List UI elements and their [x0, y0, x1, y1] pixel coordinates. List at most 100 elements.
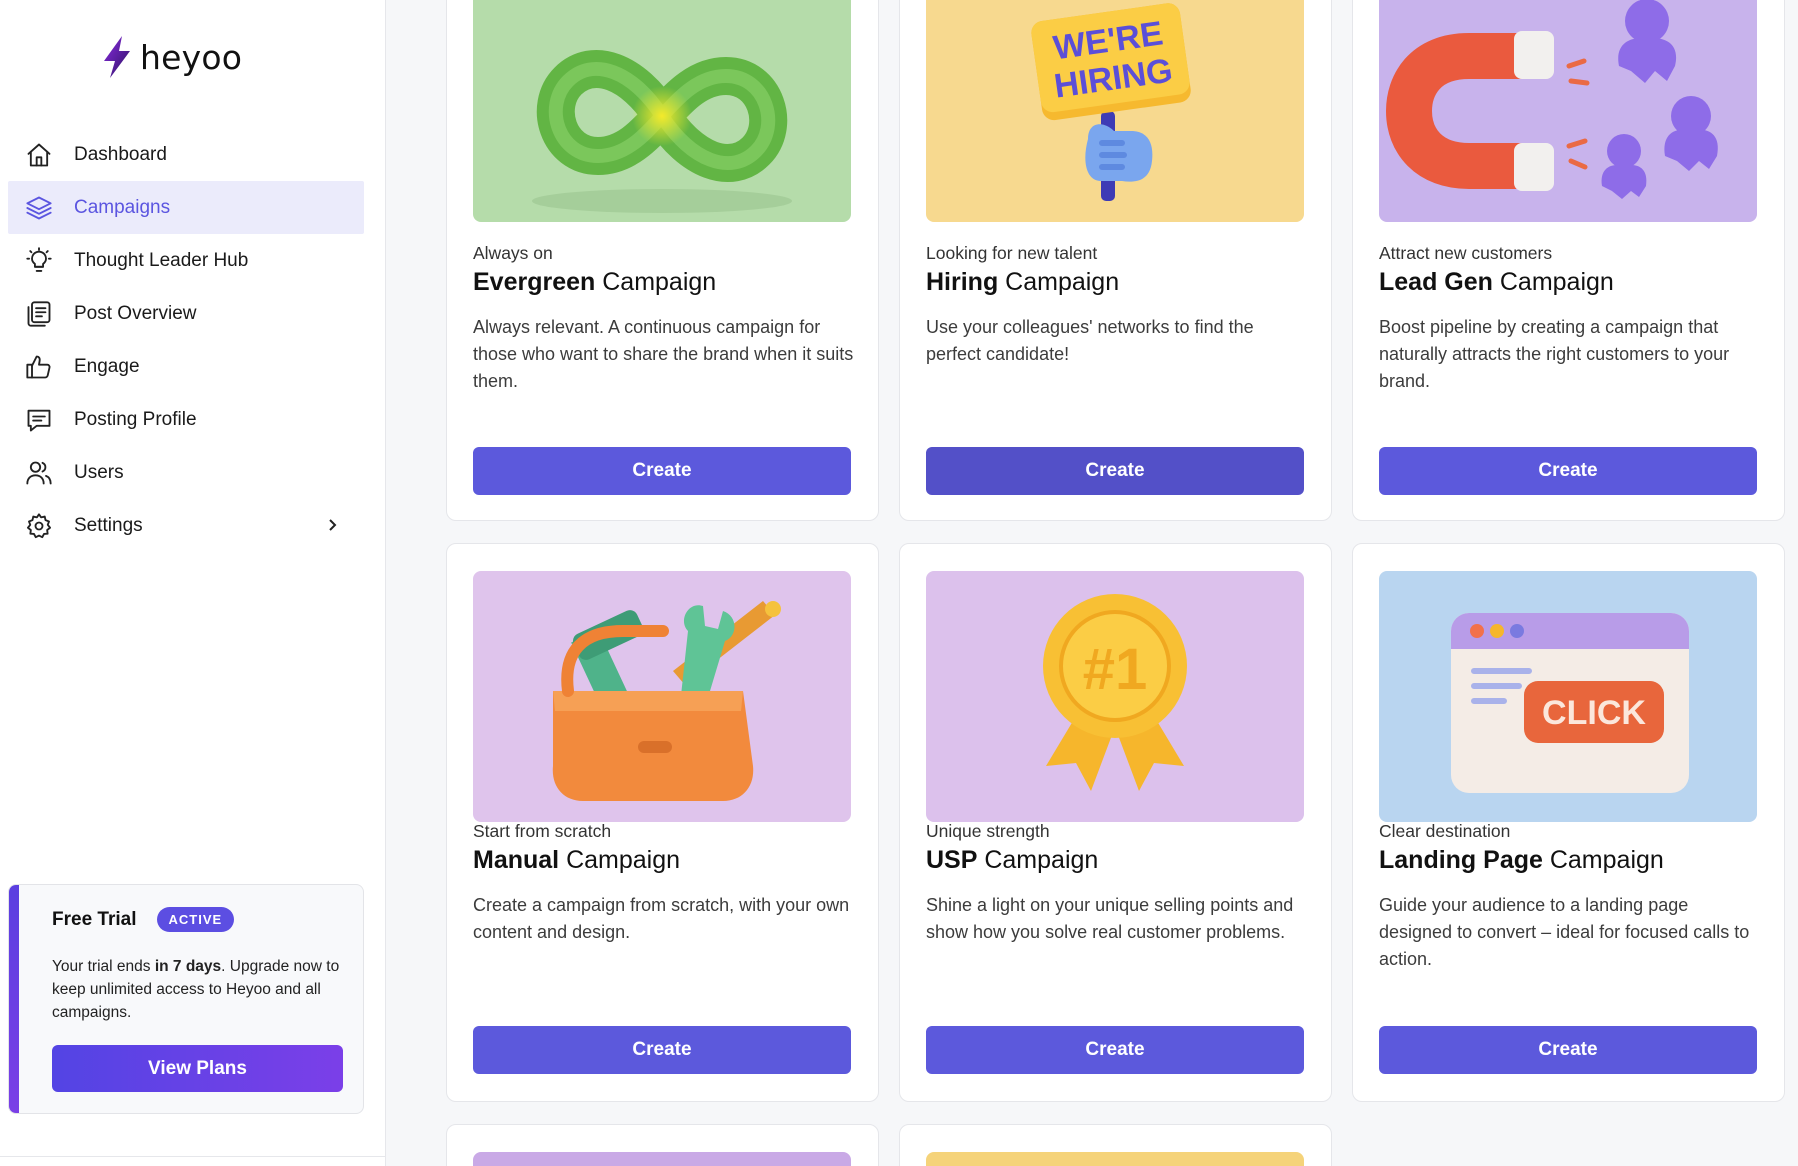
toolbox-illustration-icon	[552, 601, 781, 801]
campaign-title-bold: Evergreen	[473, 268, 596, 296]
campaign-title-rest: Campaign	[998, 268, 1120, 296]
create-button[interactable]: Create	[926, 1026, 1304, 1074]
create-button[interactable]: Create	[1379, 1026, 1757, 1074]
magnet-illustration-icon	[1385, 0, 1718, 199]
sidebar-divider	[0, 1156, 386, 1157]
sidebar-item-label: Posting Profile	[74, 408, 197, 430]
campaign-title-rest: Campaign	[977, 846, 1099, 874]
users-icon	[24, 458, 54, 488]
campaign-eyebrow: Always on	[473, 243, 553, 263]
campaign-card-lead-gen: Attract new customers Lead Gen Campaign …	[1352, 0, 1785, 521]
sidebar-item-label: Users	[74, 461, 124, 483]
campaign-image: #1	[926, 571, 1304, 822]
click-window-illustration-icon: CLICK	[1451, 613, 1689, 793]
campaign-eyebrow: Attract new customers	[1379, 243, 1553, 263]
campaign-image: CLICK	[1379, 571, 1757, 822]
badge-text: #1	[1083, 637, 1148, 702]
campaign-image	[473, 1152, 851, 1166]
trial-accent-bar	[9, 885, 19, 1113]
campaign-title-bold: Hiring	[926, 268, 999, 296]
campaign-description: Boost pipeline by creating a campaign th…	[1379, 317, 1730, 391]
campaign-card-usp: #1 Unique strength USP Campaign Shine a …	[899, 543, 1332, 1102]
campaign-image	[1379, 0, 1757, 222]
layers-icon	[24, 193, 54, 223]
campaign-title-bold: Manual	[473, 846, 560, 874]
sidebar-item-dashboard[interactable]: Dashboard	[8, 128, 364, 181]
campaign-title-rest: Campaign	[1542, 846, 1664, 874]
view-plans-button[interactable]: View Plans	[52, 1045, 343, 1092]
campaign-title-rest: Campaign	[595, 268, 717, 296]
campaign-image: WE'RE HIRING	[926, 0, 1304, 222]
campaign-title-bold: USP	[926, 846, 978, 874]
sidebar: heyoo Dashboard Campaigns Thought Leader…	[0, 0, 386, 1166]
campaign-title: Manual Campaign	[473, 846, 680, 875]
campaign-image	[473, 571, 851, 822]
sidebar-item-settings[interactable]: Settings	[8, 499, 364, 552]
message-icon	[24, 405, 54, 435]
campaign-title: Landing Page Campaign	[1379, 846, 1664, 875]
trial-message: Your trial ends in 7 days. Upgrade now t…	[52, 955, 352, 1024]
sidebar-item-label: Engage	[74, 355, 140, 377]
campaign-description: Guide your audience to a landing page de…	[1379, 895, 1750, 969]
campaign-title: Hiring Campaign	[926, 268, 1119, 297]
free-trial-panel: Free Trial ACTIVE Your trial ends in 7 d…	[8, 884, 364, 1114]
sidebar-item-engage[interactable]: Engage	[8, 340, 364, 393]
create-button[interactable]: Create	[473, 447, 851, 495]
award-badge-illustration-icon: #1	[1043, 594, 1187, 791]
campaign-card-partial	[446, 1124, 879, 1166]
campaign-title: USP Campaign	[926, 846, 1098, 875]
sidebar-item-users[interactable]: Users	[8, 446, 364, 499]
campaign-title-bold: Landing Page	[1379, 846, 1543, 874]
were-hiring-sign-illustration-icon: WE'RE HIRING	[1031, 3, 1191, 201]
documents-icon	[24, 299, 54, 329]
click-button-text: CLICK	[1542, 694, 1646, 732]
campaign-card-partial	[899, 1124, 1332, 1166]
status-badge: ACTIVE	[156, 907, 235, 932]
campaign-description: Create a campaign from scratch, with you…	[473, 895, 850, 942]
sidebar-item-label: Campaigns	[74, 196, 171, 218]
sidebar-item-label: Settings	[74, 514, 143, 536]
trial-title: Free Trial	[52, 908, 137, 930]
campaign-title-rest: Campaign	[1492, 268, 1614, 296]
campaign-title-bold: Lead Gen	[1379, 268, 1493, 296]
campaign-title-rest: Campaign	[559, 846, 681, 874]
thumbs-up-icon	[24, 352, 54, 382]
campaign-description: Shine a light on your unique selling poi…	[926, 895, 1294, 942]
campaign-description: Always relevant. A continuous campaign f…	[473, 317, 854, 391]
create-button[interactable]: Create	[926, 447, 1304, 495]
campaign-card-hiring: WE'RE HIRING Looking for new talent Hiri…	[899, 0, 1332, 521]
sidebar-item-post-overview[interactable]: Post Overview	[8, 287, 364, 340]
trial-text-before: Your trial ends	[52, 958, 155, 975]
campaign-card-landing-page: CLICK Clear destination Landing Page Cam…	[1352, 543, 1785, 1102]
sidebar-item-campaigns[interactable]: Campaigns	[8, 181, 364, 234]
campaign-eyebrow: Unique strength	[926, 821, 1050, 841]
infinity-illustration-icon	[532, 50, 792, 213]
logo[interactable]: heyoo	[100, 34, 242, 80]
campaign-card-manual: Start from scratch Manual Campaign Creat…	[446, 543, 879, 1102]
campaign-title: Evergreen Campaign	[473, 268, 716, 297]
sidebar-nav: Dashboard Campaigns Thought Leader Hub P…	[8, 128, 364, 552]
sidebar-item-posting-profile[interactable]: Posting Profile	[8, 393, 364, 446]
sidebar-item-label: Thought Leader Hub	[74, 249, 249, 271]
campaign-eyebrow: Start from scratch	[473, 821, 612, 841]
campaign-eyebrow: Looking for new talent	[926, 243, 1098, 263]
sidebar-item-label: Dashboard	[74, 143, 167, 165]
sidebar-item-label: Post Overview	[74, 302, 197, 324]
campaign-image	[473, 0, 851, 222]
campaign-eyebrow: Clear destination	[1379, 821, 1511, 841]
campaign-card-evergreen: Always on Evergreen Campaign Always rele…	[446, 0, 879, 521]
campaign-image	[926, 1152, 1304, 1166]
chevron-right-icon	[322, 515, 342, 535]
trial-days-left: in 7 days	[154, 958, 222, 975]
home-icon	[24, 140, 54, 170]
trial-header: Free Trial ACTIVE	[52, 907, 235, 932]
sidebar-item-thought-leader-hub[interactable]: Thought Leader Hub	[8, 234, 364, 287]
gear-icon	[24, 511, 54, 541]
create-button[interactable]: Create	[473, 1026, 851, 1074]
create-button[interactable]: Create	[1379, 447, 1757, 495]
logo-text: heyoo	[140, 37, 243, 77]
lightning-logo-icon	[104, 36, 130, 78]
lightbulb-icon	[24, 246, 54, 276]
campaign-title: Lead Gen Campaign	[1379, 268, 1614, 297]
campaign-description: Use your colleagues' networks to find th…	[926, 317, 1254, 364]
